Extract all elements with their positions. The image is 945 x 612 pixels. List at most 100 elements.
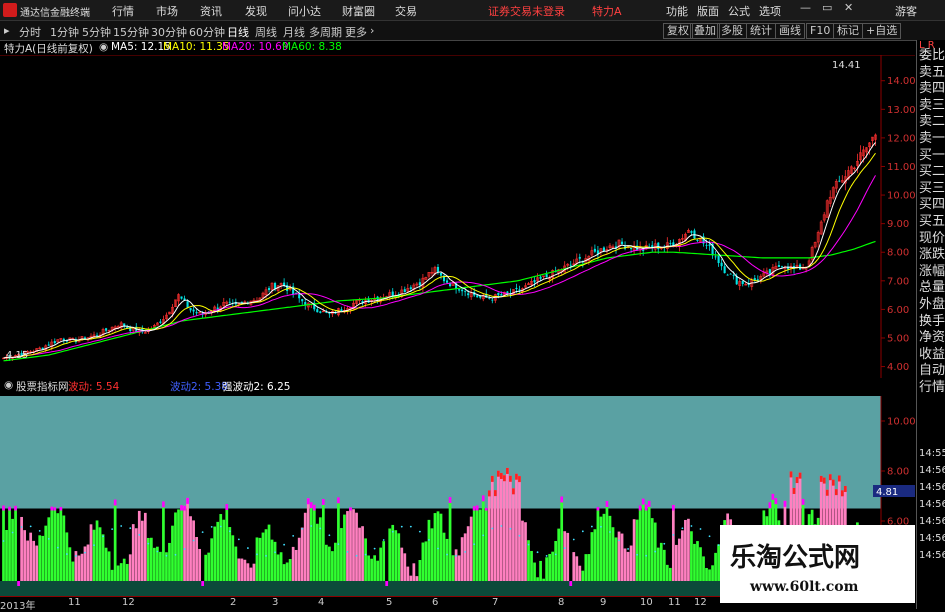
side-panel-item[interactable]: 净资: [919, 330, 945, 345]
side-panel-item[interactable]: 卖五: [919, 65, 945, 80]
oscillator-dot: [554, 553, 557, 556]
tab-multi-period[interactable]: 多周期: [309, 24, 342, 40]
side-panel-item[interactable]: 现价: [919, 231, 945, 246]
indicator-name[interactable]: 股票指标网: [16, 379, 69, 394]
tab-more[interactable]: 更多: [345, 24, 367, 40]
btn-stats[interactable]: 统计: [746, 23, 776, 39]
tab-intraday[interactable]: 分时: [19, 24, 41, 40]
side-panel-item[interactable]: 总量: [919, 280, 945, 295]
tab-weekly[interactable]: 周线: [255, 24, 277, 40]
candle-body: [445, 280, 449, 283]
btn-draw[interactable]: 画线: [775, 23, 805, 39]
oscillator-dot: [237, 538, 240, 541]
oscillator-dot: [609, 531, 611, 533]
side-panel-item[interactable]: 收益: [919, 347, 945, 362]
oscillator-dot: [65, 553, 68, 555]
candle-body: [696, 240, 699, 241]
candle-body: [62, 338, 65, 341]
menu-news[interactable]: 资讯: [200, 3, 222, 19]
side-panel-item[interactable]: 卖三: [919, 98, 945, 113]
oscillator-bar: [137, 510, 141, 581]
oscillator-cap: [8, 506, 11, 511]
user-guest[interactable]: 游客: [895, 3, 917, 19]
chevron-right-icon[interactable]: ›: [370, 24, 374, 37]
side-panel-item[interactable]: 卖一: [919, 131, 945, 146]
oscillator-bar: [364, 538, 367, 581]
candle-body: [717, 255, 720, 264]
settings-icon[interactable]: ◉: [99, 41, 108, 53]
oscillator-dot: [29, 525, 32, 528]
candle-body: [539, 276, 542, 279]
oscillator-dot: [382, 539, 385, 541]
oscillator-bar: [512, 488, 515, 581]
ma60-label: MA60: 8.38: [282, 41, 342, 53]
btn-multi-stock[interactable]: 多股: [717, 23, 747, 39]
indicator-settings-icon[interactable]: ◉: [4, 379, 13, 391]
oscillator-bar: [608, 515, 612, 581]
side-panel-item[interactable]: 卖四: [919, 81, 945, 96]
tab-monthly[interactable]: 月线: [283, 24, 305, 40]
oscillator-bar: [611, 527, 615, 581]
menu-options[interactable]: 选项: [759, 3, 781, 19]
candle-body: [500, 294, 503, 296]
side-panel-item[interactable]: 买三: [919, 181, 945, 196]
btn-mark[interactable]: 标记: [833, 23, 863, 39]
oscillator-bar: [708, 569, 711, 581]
side-panel-item[interactable]: 自动: [919, 363, 945, 378]
oscillator-bar: [671, 504, 675, 581]
side-panel-item[interactable]: 委比: [919, 48, 945, 63]
side-panel-item[interactable]: 买一: [919, 148, 945, 163]
menu-layout[interactable]: 版面: [697, 3, 719, 19]
side-panel-item[interactable]: 买四: [919, 197, 945, 212]
tab-15min[interactable]: 15分钟: [113, 24, 149, 40]
play-icon[interactable]: ▸: [4, 24, 10, 37]
minimize-icon[interactable]: —: [800, 1, 812, 14]
side-panel-item[interactable]: 涨幅: [919, 264, 945, 279]
menu-wealth[interactable]: 财富圈: [342, 3, 375, 19]
oscillator-dot: [346, 550, 349, 553]
oscillator-dot: [645, 554, 648, 557]
oscillator-bar: [481, 495, 485, 581]
menu-wenxiaoda[interactable]: 问小达: [288, 3, 321, 19]
menu-formula[interactable]: 公式: [728, 3, 750, 19]
btn-add-watch[interactable]: +自选: [862, 23, 902, 39]
oscillator-bar: [433, 513, 437, 581]
oscillator-cap: [50, 506, 54, 511]
oscillator-bar: [548, 553, 551, 581]
oscillator-bar: [572, 552, 576, 581]
oscillator-bar: [499, 472, 503, 581]
oscillator-dot: [328, 534, 331, 537]
side-panel-item[interactable]: 买二: [919, 164, 945, 179]
close-icon[interactable]: ✕: [844, 1, 856, 14]
btn-f10[interactable]: F10: [806, 23, 835, 39]
menu-market[interactable]: 市场: [156, 3, 178, 19]
menu-function[interactable]: 功能: [666, 3, 688, 19]
oscillator-bar: [385, 581, 389, 586]
oscillator-bar: [334, 542, 337, 581]
menu-quotes[interactable]: 行情: [112, 3, 134, 19]
price-chart[interactable]: 14.00 13.00 12.00 11.00 10.00 9.00 8.00 7.00 6.0…: [0, 55, 915, 378]
side-panel-item[interactable]: 买五: [919, 214, 945, 229]
restore-icon[interactable]: ▭: [822, 1, 834, 14]
tab-daily[interactable]: 日线: [227, 24, 249, 40]
oscillator-bar: [454, 549, 458, 581]
btn-adjust[interactable]: 复权: [663, 23, 693, 39]
tab-5min[interactable]: 5分钟: [82, 24, 111, 40]
menu-discover[interactable]: 发现: [245, 3, 267, 19]
side-panel-item[interactable]: 涨跌: [919, 247, 945, 262]
btn-overlay[interactable]: 叠加: [690, 23, 720, 39]
side-panel-item[interactable]: 卖二: [919, 114, 945, 129]
oscillator-dot: [75, 555, 77, 557]
oscillator-bar: [475, 505, 479, 581]
oscillator-bar: [478, 509, 482, 581]
side-panel-item[interactable]: 换手: [919, 314, 945, 329]
tab-30min[interactable]: 30分钟: [151, 24, 187, 40]
candle-body: [467, 293, 470, 296]
tab-1min[interactable]: 1分钟: [50, 24, 79, 40]
side-panel-item[interactable]: 行情: [919, 380, 945, 395]
menu-trade[interactable]: 交易: [395, 3, 417, 19]
tab-60min[interactable]: 60分钟: [189, 24, 225, 40]
side-panel-item[interactable]: 外盘: [919, 297, 945, 312]
login-notice[interactable]: 证券交易未登录: [488, 3, 565, 19]
oscillator-bar: [204, 554, 208, 581]
